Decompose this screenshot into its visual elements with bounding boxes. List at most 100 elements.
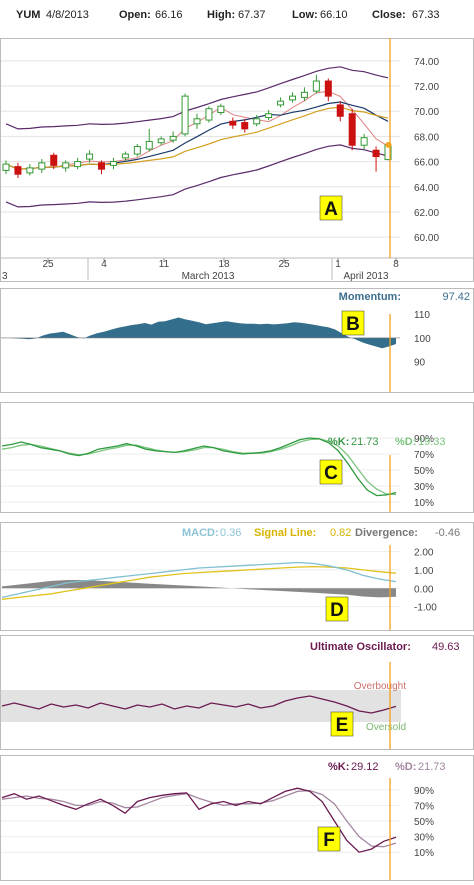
divergence-value: -0.46 (435, 527, 460, 539)
header-low-label: Low: (292, 9, 318, 21)
candle-body (38, 162, 46, 170)
momentum-ytick-label: 90 (414, 358, 426, 369)
month-label: March 2013 (182, 271, 235, 282)
candle-body (336, 104, 344, 117)
stoch1-ytick-label: 70% (414, 450, 434, 461)
price-ytick-label: 70.00 (414, 107, 439, 118)
stoch1-ytick-label: 50% (414, 466, 434, 477)
candle-body (86, 153, 94, 160)
price-ytick-label: 72.00 (414, 82, 439, 93)
candle-body (372, 149, 380, 158)
stoch2-d-title: %D: (395, 761, 416, 773)
macd-value: 0.36 (220, 527, 241, 539)
stoch2-d-value: 21.73 (418, 761, 446, 773)
divergence-title: Divergence: (355, 527, 418, 539)
candle-body (14, 166, 22, 175)
header-high-label: High: (207, 9, 235, 21)
candle-body (348, 113, 356, 146)
stoch2-k-value: 29.12 (351, 761, 379, 773)
ma-mid-line (5, 101, 389, 170)
price-xtick-label: 4 (101, 259, 107, 270)
stoch2-k-title: %K: (328, 761, 349, 773)
signal-value: 0.82 (330, 527, 351, 539)
stoch2-panel (0, 755, 474, 881)
candle-body (62, 162, 70, 169)
header-close-value: 67.33 (412, 9, 440, 21)
stoch1-d-value: 19.33 (418, 436, 446, 448)
candle-body (98, 162, 105, 170)
header-low-value: 66.10 (320, 9, 348, 21)
stoch1-k-title: %K: (328, 436, 349, 448)
candle-body (241, 122, 249, 130)
candle-body (26, 167, 34, 174)
price-xtick-label: 11 (159, 259, 170, 270)
candle-body (74, 161, 82, 168)
price-panel (0, 38, 474, 282)
candle-body (121, 153, 129, 159)
stoch2-ytick-label: 50% (414, 817, 434, 828)
macd-ytick-label: -1.00 (414, 603, 437, 614)
price-ytick-label: 64.00 (414, 183, 439, 194)
header-open-value: 66.16 (155, 9, 183, 21)
header-symbol: YUM (16, 9, 40, 21)
momentum-panel (0, 288, 474, 393)
uo-oversold-label: Oversold (366, 722, 406, 733)
price-xtick-label: 25 (42, 259, 54, 270)
macd-title: MACD: (182, 527, 219, 539)
uo-title: Ultimate Oscillator: (310, 641, 411, 653)
header-close-label: Close: (372, 9, 406, 21)
candle-body (133, 145, 141, 155)
header-date: 4/8/2013 (46, 9, 89, 21)
month-label: April 2013 (343, 271, 388, 282)
header-open-label: Open: (119, 9, 151, 21)
candle-body (229, 120, 237, 126)
price-xtick-label: 25 (278, 259, 290, 270)
callout-b: B (346, 314, 360, 335)
price-ytick-label: 74.00 (414, 57, 439, 68)
stoch1-panel (0, 402, 474, 513)
signal-title: Signal Line: (254, 527, 316, 539)
candle-body (169, 135, 177, 141)
momentum-area (2, 317, 396, 349)
price-ytick-label: 66.00 (414, 158, 439, 169)
candle-body (181, 95, 189, 135)
candle-body (312, 80, 320, 92)
momentum-ytick-label: 100 (414, 334, 431, 345)
stoch1-d-title: %D: (395, 436, 416, 448)
callout-e: E (336, 715, 349, 736)
candle-body (277, 100, 285, 106)
stoch2-ytick-label: 90% (414, 786, 434, 797)
momentum-title: Momentum: (339, 291, 401, 303)
candle-body (217, 105, 225, 113)
macd-ytick-label: 1.00 (414, 566, 434, 577)
header-high-value: 67.37 (238, 9, 266, 21)
price-xtick-label: 18 (218, 259, 230, 270)
stoch1-k-value: 21.73 (351, 436, 379, 448)
candle-body (300, 91, 308, 98)
macd-ytick-label: 0.00 (414, 584, 434, 595)
price-ytick-label: 60.00 (414, 233, 439, 244)
month-label: 3 (2, 271, 8, 282)
candle-body (2, 163, 10, 171)
momentum-value: 97.42 (442, 291, 470, 303)
candle-body (50, 154, 58, 166)
chart-svg: YUM 4/8/2013 Open: 66.16 High: 67.37 Low… (0, 9, 474, 881)
candle-body (289, 95, 296, 101)
uo-value: 49.63 (432, 641, 460, 653)
stoch1-ytick-label: 10% (414, 498, 434, 509)
chart-page: YUM 4/8/2013 Open: 66.16 High: 67.37 Low… (0, 0, 474, 885)
callout-a: A (324, 199, 338, 220)
stoch1-ytick-label: 30% (414, 482, 434, 493)
stoch2-ytick-label: 10% (414, 848, 434, 859)
price-xtick-label: 1 (335, 259, 341, 270)
candle-body (265, 113, 273, 119)
candle-body (145, 140, 153, 150)
price-xtick-label: 8 (393, 259, 399, 270)
macd-ytick-label: 2.00 (414, 548, 434, 559)
price-ytick-label: 68.00 (414, 132, 439, 143)
candle-body (253, 118, 261, 125)
stoch2-ytick-label: 70% (414, 801, 434, 812)
candle-body (157, 138, 165, 144)
callout-c: C (324, 463, 338, 484)
candle-body (360, 137, 368, 146)
